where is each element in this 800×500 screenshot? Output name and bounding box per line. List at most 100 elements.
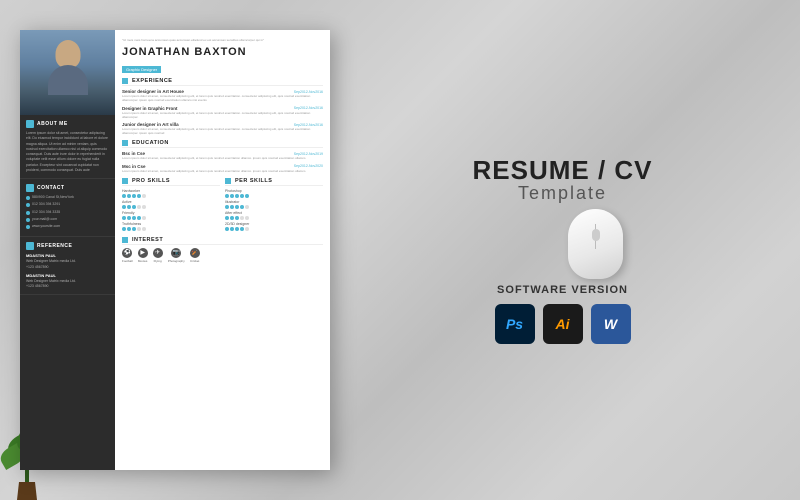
dot <box>122 216 126 220</box>
ref-label: REFERENCE <box>37 243 72 249</box>
dot <box>132 216 136 220</box>
exp2-desc: Lorem ipsum dolor sit amet, consectetur … <box>122 111 323 119</box>
edu2-date: Sep2012-Nov2020 <box>294 164 323 168</box>
mouse-body <box>568 209 623 279</box>
edu1-date: Sep2012-Nov2019 <box>294 152 323 156</box>
dot <box>142 227 146 231</box>
dot <box>122 205 126 209</box>
contact-address: 580/900 Canal St,NewYork <box>26 195 109 200</box>
interest-section: INTEREST ⚽ Football ▶ Movies ✈ Flying <box>122 237 323 263</box>
pro-skill-4-name: Truthfulness <box>122 222 220 226</box>
per-skills-header: PER SKILLS <box>225 178 323 186</box>
dot <box>235 227 239 231</box>
pro-skill-2: Active <box>122 200 220 209</box>
dot <box>240 227 244 231</box>
per-skill-2-dots <box>225 205 323 209</box>
photoshop-icon: Ps <box>495 304 535 344</box>
contact-website-text: www.yoursite.com <box>32 224 60 229</box>
cv-job-title: Graphic Designer <box>122 66 161 73</box>
edu-item-2: Msc in Cse Sep2012-Nov2020 Lorem ipsum d… <box>122 164 323 173</box>
exp2-title: Designer in Graphic Front <box>122 106 178 111</box>
experience-header: EXPERIENCE <box>122 78 323 86</box>
dot <box>230 205 234 209</box>
experience-icon <box>122 78 128 84</box>
ref2-phone: +123 4567890 <box>26 284 109 289</box>
illustrator-icon: Ai <box>543 304 583 344</box>
cv-photo-person <box>20 30 115 115</box>
template-subtitle: Template <box>472 183 652 204</box>
dot <box>137 205 141 209</box>
software-title: SOFTWARE VERSION <box>495 284 631 296</box>
per-skill-4-dots <box>225 227 323 231</box>
exp-item-3: Junior designer in Art villa Sep2012-Nov… <box>122 122 323 135</box>
education-header: EDUCATION <box>122 140 323 148</box>
dot <box>132 205 136 209</box>
dot <box>132 194 136 198</box>
interest-header: INTEREST <box>122 237 323 245</box>
pro-skill-2-dots <box>122 205 220 209</box>
exp-item-1: Senior designer in Art House Sep2012-Nov… <box>122 89 323 102</box>
mouse-scroll-wheel <box>592 229 600 241</box>
dot <box>127 194 131 198</box>
contact-dot-3 <box>26 211 30 215</box>
cv-main: "Ut meis meis hornoena accumsan quas acc… <box>115 30 330 470</box>
contact-dot-1 <box>26 196 30 200</box>
contact-email: your.mail@.com <box>26 217 109 222</box>
interest-item-1: ⚽ Football <box>122 248 133 263</box>
contact-email-text: your.mail@.com <box>32 217 57 222</box>
interest-item-2: ▶ Movies <box>138 248 148 263</box>
pro-skill-2-name: Active <box>122 200 220 204</box>
mouse-illustration <box>503 204 623 284</box>
contact-title-row: CONTACT <box>26 184 109 192</box>
pro-skills-col: PRO SKILLS Hardworker Active <box>122 178 220 233</box>
exp-item-2: Designer in Graphic Front Sep2012-Nov201… <box>122 106 323 119</box>
pro-skill-3: Friendly <box>122 211 220 220</box>
pro-skill-3-name: Friendly <box>122 211 220 215</box>
exp1-date: Sep2012-Nov2016 <box>294 90 323 94</box>
contact-phone2-text: 012 304 394 3335 <box>32 210 60 215</box>
about-title-row: ABOUT ME <box>26 120 109 128</box>
ref-icon <box>26 242 34 250</box>
ref-item-1: MDASTIN PAUL Web Designer Matrix media L… <box>26 253 109 270</box>
interest-row: ⚽ Football ▶ Movies ✈ Flying 📷 Photograp… <box>122 248 323 263</box>
ref-item-2: MDASTIN PAUL Web Designer Matrix media L… <box>26 273 109 290</box>
education-icon <box>122 140 128 146</box>
pro-skill-1: Hardworker <box>122 189 220 198</box>
dot <box>230 227 234 231</box>
ref1-phone: +123 4567890 <box>26 265 109 270</box>
contact-address-text: 580/900 Canal St,NewYork <box>32 195 74 200</box>
per-skills-col: PER SKILLS Photoshop Illustrato <box>225 178 323 233</box>
exp1-desc: Lorem ipsum dolor sit amet, consectetur … <box>122 94 323 102</box>
education-section: EDUCATION Bsc in Cse Sep2012-Nov2019 Lor… <box>122 140 323 172</box>
cv-quote: "Ut meis meis hornoena accumsan quas acc… <box>122 38 323 42</box>
dot <box>235 205 239 209</box>
dot <box>122 227 126 231</box>
interest-5-label: Cricket <box>190 259 199 263</box>
skills-row: PRO SKILLS Hardworker Active <box>122 178 323 233</box>
exp3-desc: Lorem ipsum dolor sit amet, consectetur … <box>122 127 323 135</box>
education-label: EDUCATION <box>132 140 169 146</box>
per-skill-3: After effect <box>225 211 323 220</box>
cv-name: JONATHAN BAXTON <box>122 46 323 58</box>
about-text: Lorem ipsum dolor sit amet, consectetur … <box>26 131 109 173</box>
experience-label: EXPERIENCE <box>132 78 172 84</box>
per-skill-3-name: After effect <box>225 211 323 215</box>
dot <box>225 205 229 209</box>
cricket-icon: 🏏 <box>190 248 200 258</box>
dot <box>240 194 244 198</box>
per-skill-2-name: Illustrator <box>225 200 323 204</box>
dot <box>240 216 244 220</box>
right-panel: RESUME / CV Template SOFTWARE VERSION Ps… <box>345 142 780 359</box>
interest-label: INTEREST <box>132 237 163 243</box>
dot <box>127 216 131 220</box>
dot <box>245 216 249 220</box>
per-skill-2: Illustrator <box>225 200 323 209</box>
dot <box>230 194 234 198</box>
edu2-title: Msc in Cse <box>122 164 146 169</box>
per-skill-4-name: 2D/3D designer <box>225 222 323 226</box>
dot <box>235 216 239 220</box>
w-abbr: W <box>604 316 617 332</box>
contact-website: www.yoursite.com <box>26 224 109 229</box>
interest-3-label: Flying <box>154 259 162 263</box>
interest-1-label: Football <box>122 259 133 263</box>
